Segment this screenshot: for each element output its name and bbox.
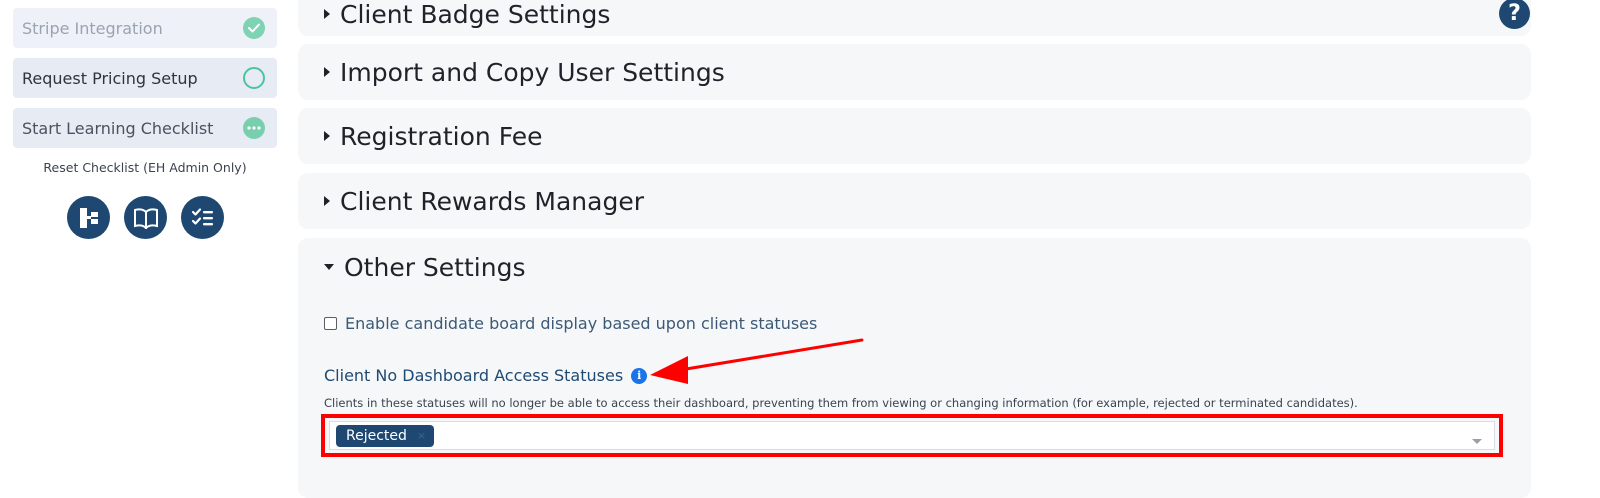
section-header[interactable]: Import and Copy User Settings	[324, 44, 725, 100]
annotation-arrow	[650, 338, 864, 384]
checklist-item-stripe-integration[interactable]: Stripe Integration	[13, 8, 277, 48]
no-dashboard-access-label: Client No Dashboard Access Statuses i	[324, 366, 648, 385]
caret-down-icon	[324, 264, 334, 270]
section-header[interactable]: Client Rewards Manager	[324, 173, 644, 229]
section-title: Import and Copy User Settings	[340, 57, 725, 87]
caret-right-icon	[324, 9, 330, 19]
highlight-box: Rejected ×	[321, 414, 1503, 457]
onboarding-sidebar: Stripe Integration Request Pricing Setup…	[0, 0, 290, 490]
section-header[interactable]: Client Badge Settings	[324, 0, 610, 32]
section-other-settings: Other Settings Enable candidate board di…	[298, 238, 1531, 498]
book-icon[interactable]	[124, 196, 167, 239]
ellipsis-circle-icon	[243, 117, 265, 139]
field-help-text: Clients in these statuses will no longer…	[324, 396, 1358, 410]
tag-remove-button[interactable]: ×	[417, 429, 426, 442]
candidate-board-checkbox[interactable]	[324, 317, 337, 330]
section-client-rewards-manager: Client Rewards Manager	[298, 173, 1531, 229]
checklist-item-label: Stripe Integration	[22, 18, 163, 38]
dropdown-arrow-icon[interactable]	[1472, 439, 1482, 444]
checklist-item-request-pricing-setup[interactable]: Request Pricing Setup	[13, 58, 277, 98]
settings-main: Client Badge Settings Import and Copy Us…	[298, 0, 1536, 498]
section-client-badge-settings: Client Badge Settings	[298, 0, 1531, 36]
section-header[interactable]: Registration Fee	[324, 108, 542, 164]
section-import-copy-user-settings: Import and Copy User Settings	[298, 44, 1531, 100]
checklist-item-label: Start Learning Checklist	[22, 118, 214, 138]
status-multiselect[interactable]: Rejected ×	[329, 421, 1495, 450]
check-circle-icon	[243, 17, 265, 39]
selected-tag: Rejected ×	[336, 424, 435, 447]
caret-right-icon	[324, 196, 330, 206]
checklist-item-start-learning-checklist[interactable]: Start Learning Checklist	[13, 108, 277, 148]
empty-circle-icon	[243, 67, 265, 89]
section-title: Client Badge Settings	[340, 0, 611, 29]
sitemap-icon[interactable]	[67, 196, 110, 239]
caret-right-icon	[324, 131, 330, 141]
checklist-icon[interactable]	[181, 196, 224, 239]
section-registration-fee: Registration Fee	[298, 108, 1531, 164]
checklist-item-label: Request Pricing Setup	[22, 68, 198, 88]
field-label-text: Client No Dashboard Access Statuses	[324, 366, 624, 385]
section-title: Client Rewards Manager	[340, 186, 644, 216]
section-title: Registration Fee	[340, 121, 543, 151]
reset-checklist-link[interactable]: Reset Checklist (EH Admin Only)	[13, 160, 277, 175]
caret-right-icon	[324, 67, 330, 77]
section-title: Other Settings	[344, 252, 526, 282]
tool-icon-row	[67, 196, 224, 239]
section-header[interactable]: Other Settings	[324, 238, 525, 296]
tag-label: Rejected	[346, 427, 407, 444]
